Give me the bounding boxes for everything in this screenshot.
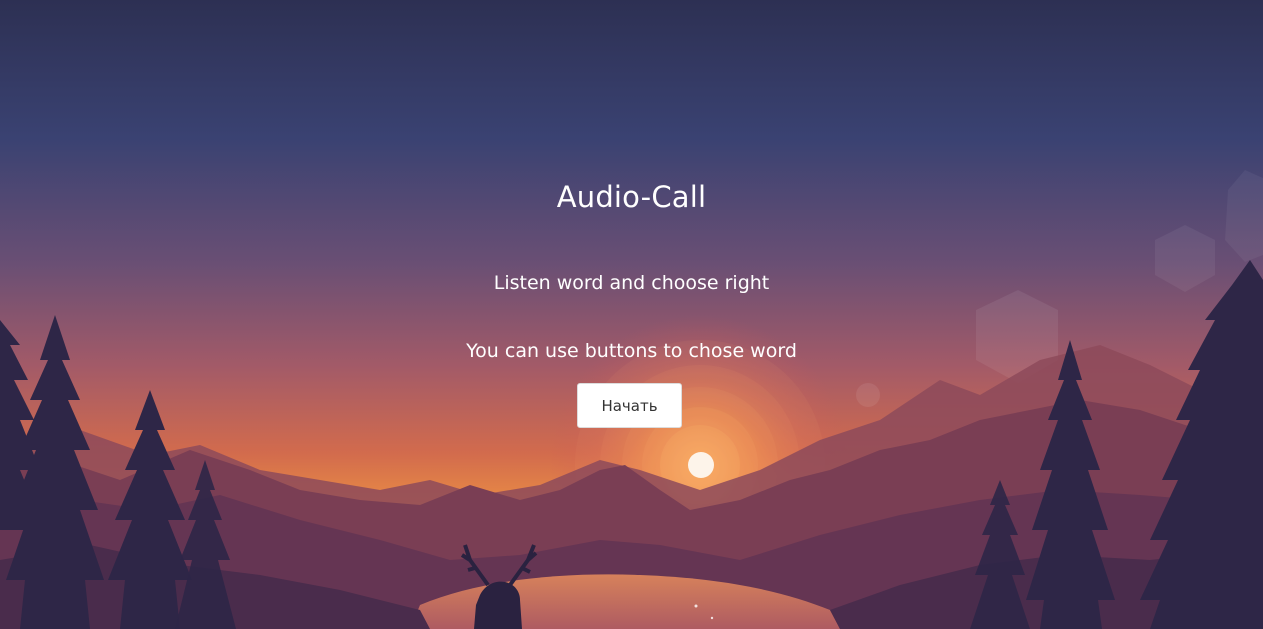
instructions-text: You can use buttons to chose word [466, 340, 797, 362]
subtitle: Listen word and choose right [493, 272, 770, 294]
page-title: Audio-Call [556, 180, 707, 214]
start-button[interactable]: Начать [577, 383, 682, 428]
start-screen: Audio-Call Listen word and choose right … [0, 0, 1263, 629]
